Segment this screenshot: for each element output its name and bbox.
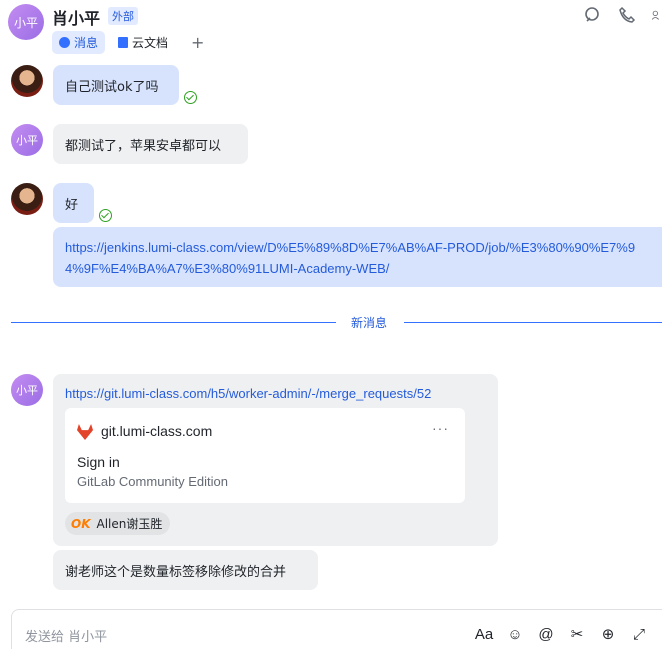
- self-avatar[interactable]: [11, 65, 43, 97]
- divider-label: 新消息: [351, 316, 388, 330]
- link-preview-card[interactable]: git.lumi-class.com ··· Sign in GitLab Co…: [65, 408, 465, 503]
- mention-icon[interactable]: @: [536, 624, 556, 644]
- message-bubble[interactable]: 自己测试ok了吗: [53, 65, 179, 105]
- message-bubble[interactable]: 谢老师这个是数量标签移除修改的合并: [53, 550, 318, 590]
- preview-description: GitLab Community Edition: [77, 474, 229, 489]
- more-icon[interactable]: ···: [432, 420, 449, 436]
- chat-bubble-icon: [59, 37, 70, 48]
- message-link[interactable]: https://git.lumi-class.com/h5/worker-adm…: [65, 386, 431, 401]
- add-icon[interactable]: ⊕: [598, 624, 618, 644]
- expand-icon[interactable]: ⤢: [629, 624, 649, 644]
- message-link[interactable]: https://jenkins.lumi-class.com/view/D%E5…: [65, 240, 635, 276]
- contact-avatar[interactable]: 小平: [8, 4, 44, 40]
- reaction-chip[interactable]: OK Allen谢玉胜: [65, 512, 171, 535]
- composer-placeholder[interactable]: 发送给 肖小平: [25, 626, 107, 645]
- message-text: 谢老师这个是数量标签移除修改的合并: [65, 564, 287, 580]
- tab-messages[interactable]: 消息: [52, 31, 106, 54]
- read-receipt-icon[interactable]: [99, 209, 112, 222]
- preview-title: Sign in: [77, 454, 120, 470]
- external-badge: 外部: [108, 7, 138, 25]
- divider-line: [404, 322, 662, 323]
- chat-tabs: 消息 云文档 +: [52, 31, 204, 54]
- emoji-icon[interactable]: ☺: [505, 624, 525, 644]
- message-bubble[interactable]: 好: [53, 183, 94, 223]
- message-composer[interactable]: 发送给 肖小平 Aa ☺ @ ✂ ⊕ ⤢: [11, 609, 662, 649]
- divider-line: [11, 322, 336, 323]
- phone-icon[interactable]: [618, 6, 636, 24]
- reaction-user: Allen谢玉胜: [96, 517, 163, 531]
- message-bubble[interactable]: https://git.lumi-class.com/h5/worker-adm…: [53, 374, 498, 546]
- tab-label: 消息: [74, 36, 99, 50]
- add-tab-button[interactable]: +: [191, 33, 204, 52]
- format-icon[interactable]: Aa: [474, 624, 494, 644]
- contact-avatar[interactable]: 小平: [11, 374, 43, 406]
- add-member-icon[interactable]: [652, 6, 662, 24]
- contact-avatar[interactable]: 小平: [11, 124, 43, 156]
- message-bubble[interactable]: https://jenkins.lumi-class.com/view/D%E5…: [53, 227, 662, 287]
- message-text: 好: [65, 197, 79, 213]
- message-text: 都测试了，苹果安卓都可以: [65, 138, 222, 154]
- search-icon[interactable]: [584, 6, 602, 24]
- chat-header: 小平 肖小平 外部 消息 云文档 +: [0, 0, 662, 58]
- composer-toolbar: Aa ☺ @ ✂ ⊕ ⤢: [474, 624, 649, 644]
- screenshot-scissors-icon[interactable]: ✂: [567, 624, 587, 644]
- contact-name[interactable]: 肖小平: [52, 5, 100, 29]
- doc-icon: [118, 37, 129, 48]
- tab-cloud-docs[interactable]: 云文档: [111, 31, 175, 54]
- message-bubble[interactable]: 都测试了，苹果安卓都可以: [53, 124, 248, 164]
- gitlab-icon: [77, 424, 93, 440]
- new-messages-divider: 新消息: [11, 316, 662, 330]
- message-text: 自己测试ok了吗: [65, 79, 159, 95]
- header-actions: [584, 6, 662, 24]
- preview-host: git.lumi-class.com: [101, 423, 213, 439]
- ok-emoji-icon: OK: [71, 516, 91, 531]
- self-avatar[interactable]: [11, 183, 43, 215]
- tab-label: 云文档: [132, 36, 169, 50]
- read-receipt-icon[interactable]: [184, 91, 197, 104]
